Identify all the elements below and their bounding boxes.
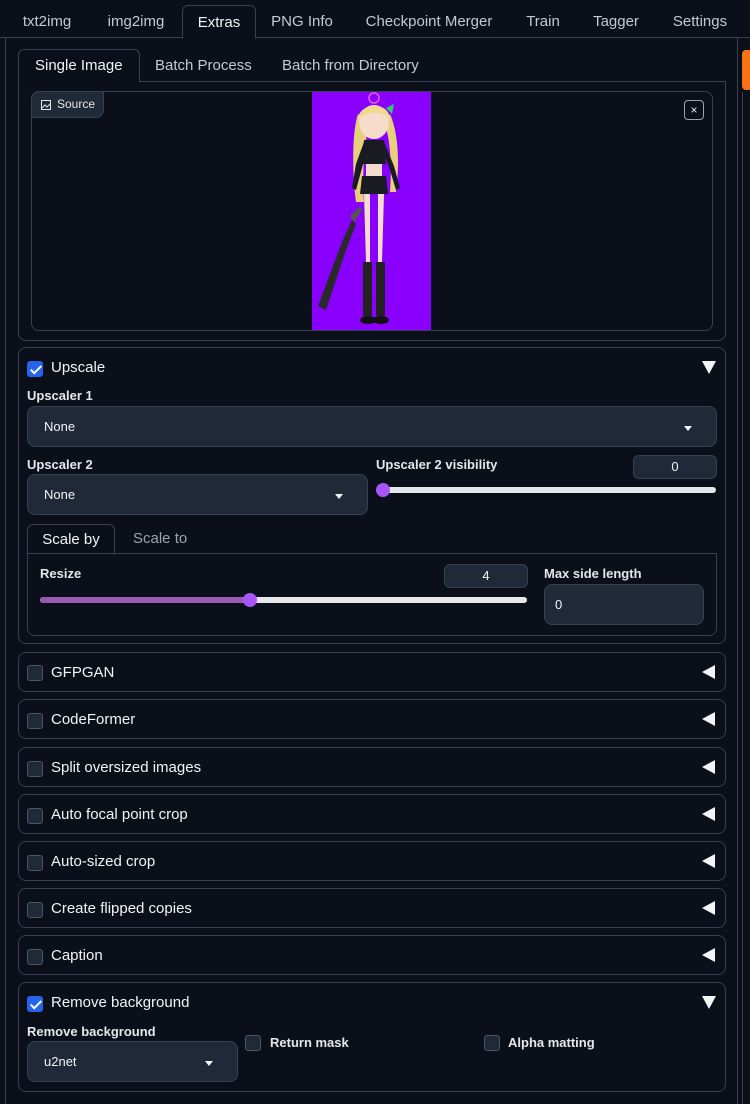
collapse-triangle-icon[interactable] bbox=[702, 361, 716, 374]
codeformer-checkbox[interactable] bbox=[27, 713, 43, 729]
slider-fill bbox=[40, 597, 250, 603]
flipped-copies-title: Create flipped copies bbox=[51, 900, 192, 917]
tab-scale-by[interactable]: Scale by bbox=[27, 524, 115, 555]
upscaler2-visibility-input[interactable]: 0 bbox=[633, 455, 717, 479]
scale-tab-bar: Scale by Scale to bbox=[27, 524, 717, 555]
codeformer-title: CodeFormer bbox=[51, 711, 136, 728]
resize-input[interactable]: 4 bbox=[444, 564, 528, 588]
expand-triangle-icon[interactable] bbox=[702, 948, 715, 962]
caption-checkbox[interactable] bbox=[27, 949, 43, 965]
tab-txt2img[interactable]: txt2img bbox=[12, 6, 82, 38]
expand-triangle-icon[interactable] bbox=[702, 901, 715, 915]
scrollbar-thumb[interactable] bbox=[742, 50, 750, 90]
character-illustration bbox=[318, 92, 400, 324]
tab-img2img[interactable]: img2img bbox=[96, 6, 176, 38]
chevron-down-icon bbox=[684, 426, 692, 431]
auto-focal-crop-title: Auto focal point crop bbox=[51, 806, 188, 823]
tab-scale-to[interactable]: Scale to bbox=[133, 524, 187, 554]
tab-train[interactable]: Train bbox=[516, 6, 570, 38]
resize-slider[interactable] bbox=[40, 593, 527, 607]
tab-batch-process[interactable]: Batch Process bbox=[155, 50, 252, 82]
tab-settings[interactable]: Settings bbox=[662, 6, 738, 38]
upscaler2-visibility-label: Upscaler 2 visibility bbox=[376, 457, 498, 472]
split-oversized-checkbox[interactable] bbox=[27, 761, 43, 777]
source-label: Source bbox=[31, 91, 105, 118]
return-mask-label: Return mask bbox=[270, 1035, 349, 1050]
remove-background-checkbox[interactable] bbox=[27, 996, 43, 1012]
gfpgan-checkbox[interactable] bbox=[27, 665, 43, 681]
expand-triangle-icon[interactable] bbox=[702, 807, 715, 821]
source-label-text: Source bbox=[57, 97, 96, 111]
remove-background-model-label: Remove background bbox=[27, 1024, 156, 1039]
gfpgan-title: GFPGAN bbox=[51, 664, 115, 681]
upscaler1-label: Upscaler 1 bbox=[27, 388, 93, 403]
upscale-title: Upscale bbox=[51, 359, 106, 376]
expand-triangle-icon[interactable] bbox=[702, 712, 715, 726]
slider-thumb[interactable] bbox=[243, 593, 257, 607]
max-side-length-input[interactable]: 0 bbox=[544, 584, 704, 625]
upscaler2-value: None bbox=[44, 487, 76, 502]
auto-sized-crop-checkbox[interactable] bbox=[27, 855, 43, 871]
tab-checkpoint-merger[interactable]: Checkpoint Merger bbox=[356, 6, 502, 38]
upscale-checkbox[interactable] bbox=[27, 361, 43, 377]
expand-triangle-icon[interactable] bbox=[702, 665, 715, 679]
tab-extras[interactable]: Extras bbox=[182, 5, 256, 39]
remove-background-model-value: u2net bbox=[44, 1054, 77, 1069]
close-icon[interactable]: × bbox=[684, 100, 704, 120]
flipped-copies-checkbox[interactable] bbox=[27, 902, 43, 918]
upscaler2-visibility-slider[interactable] bbox=[376, 483, 716, 497]
chevron-down-icon bbox=[335, 494, 343, 499]
expand-triangle-icon[interactable] bbox=[702, 760, 715, 774]
remove-background-title: Remove background bbox=[51, 994, 190, 1011]
source-image bbox=[312, 92, 431, 330]
auto-focal-crop-checkbox[interactable] bbox=[27, 808, 43, 824]
upscaler1-dropdown[interactable]: None bbox=[27, 406, 717, 447]
tab-png-info[interactable]: PNG Info bbox=[262, 6, 342, 38]
collapse-triangle-icon[interactable] bbox=[702, 996, 716, 1009]
chevron-down-icon bbox=[205, 1061, 213, 1066]
upscaler2-label: Upscaler 2 bbox=[27, 457, 93, 472]
slider-thumb[interactable] bbox=[376, 483, 390, 497]
top-tab-bar: txt2img img2img Extras PNG Info Checkpoi… bbox=[0, 0, 750, 39]
tab-batch-from-directory[interactable]: Batch from Directory bbox=[282, 50, 419, 82]
sub-tab-bar: Single Image Batch Process Batch from Di… bbox=[18, 48, 726, 83]
caption-section[interactable] bbox=[18, 935, 726, 975]
tab-single-image[interactable]: Single Image bbox=[18, 49, 140, 83]
resize-label: Resize bbox=[40, 566, 82, 581]
tab-tagger[interactable]: Tagger bbox=[584, 6, 648, 38]
scrollbar-track[interactable] bbox=[742, 92, 750, 1104]
remove-background-model-dropdown[interactable]: u2net bbox=[27, 1041, 238, 1082]
gfpgan-section[interactable] bbox=[18, 652, 726, 692]
caption-title: Caption bbox=[51, 947, 103, 964]
max-side-length-label: Max side length bbox=[544, 566, 642, 581]
image-icon bbox=[41, 99, 51, 110]
auto-sized-crop-title: Auto-sized crop bbox=[51, 853, 156, 870]
return-mask-checkbox[interactable] bbox=[245, 1035, 261, 1051]
alpha-matting-label: Alpha matting bbox=[508, 1035, 595, 1050]
upscaler2-dropdown[interactable]: None bbox=[27, 474, 368, 515]
split-oversized-title: Split oversized images bbox=[51, 759, 202, 776]
upscaler1-value: None bbox=[44, 419, 76, 434]
alpha-matting-checkbox[interactable] bbox=[484, 1035, 500, 1051]
expand-triangle-icon[interactable] bbox=[702, 854, 715, 868]
